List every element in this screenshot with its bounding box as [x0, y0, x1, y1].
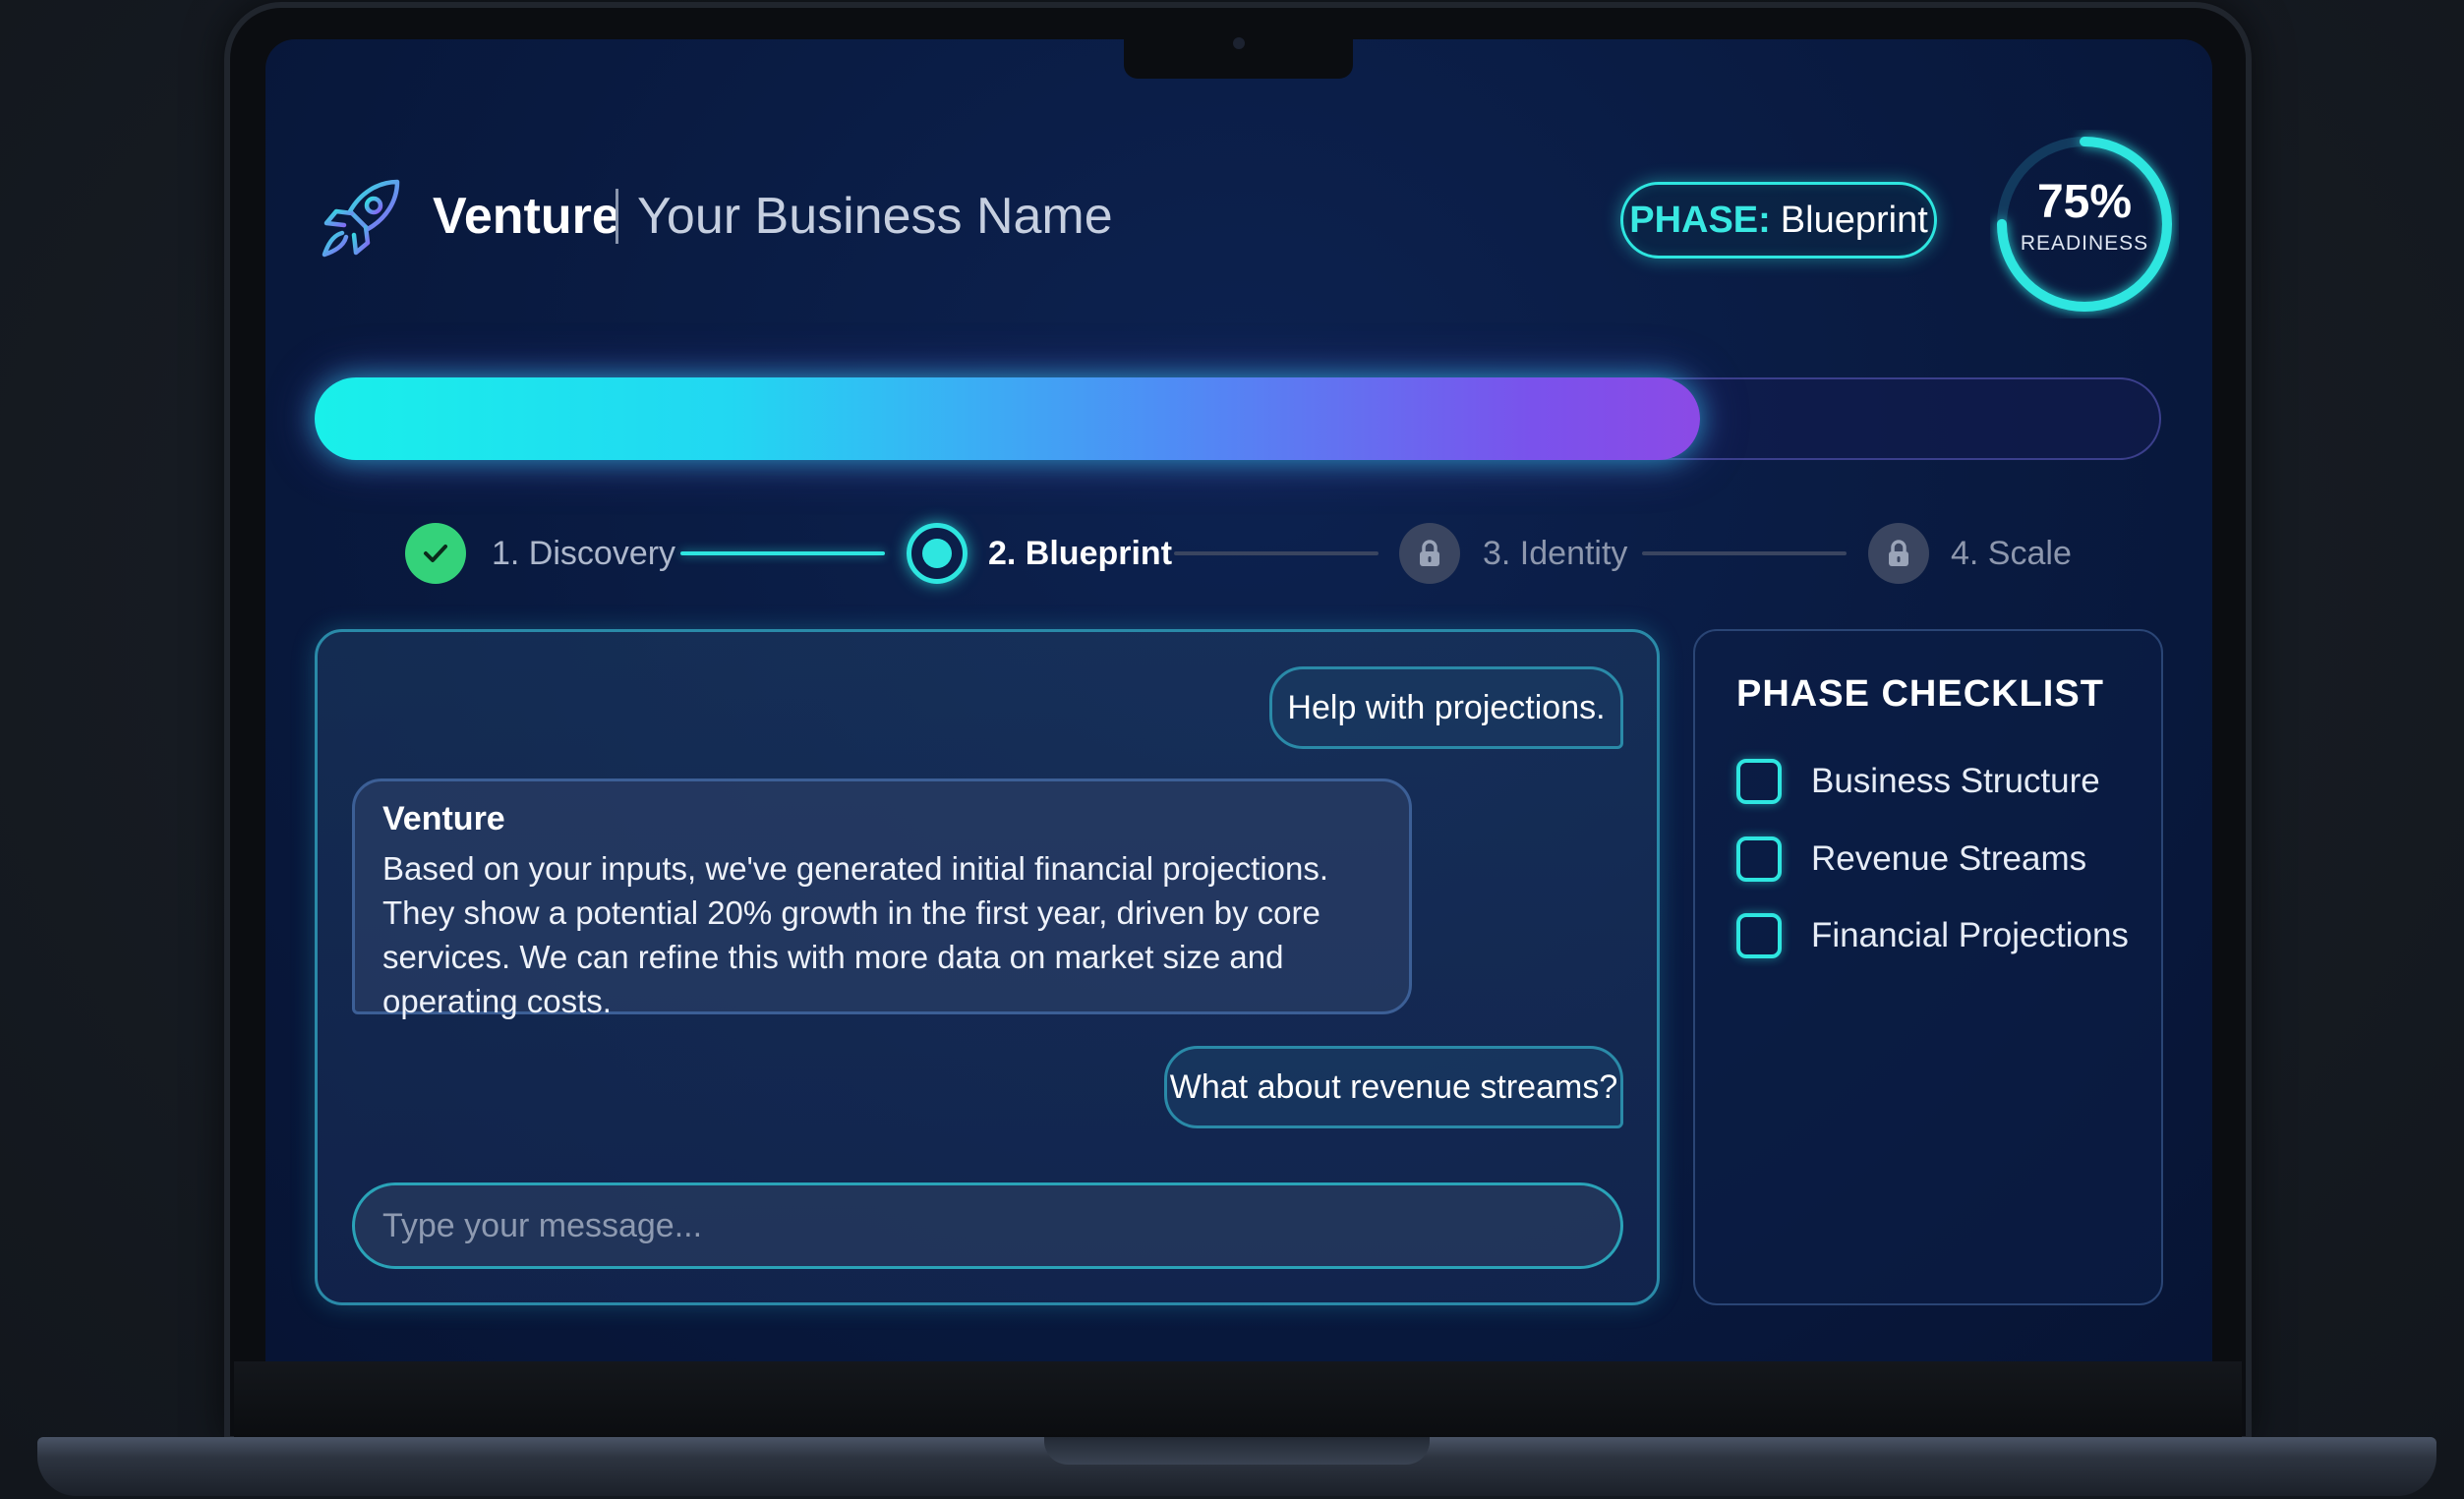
checklist-panel	[1693, 629, 2163, 1305]
checklist-item-label[interactable]: Financial Projections	[1811, 913, 2129, 958]
progress-fill	[315, 377, 1700, 460]
laptop-bezel	[234, 1361, 2242, 1438]
title-divider	[616, 189, 618, 244]
step-scale-label: 4. Scale	[1951, 535, 2072, 572]
assistant-message: Venture Based on your inputs, we've gene…	[352, 778, 1412, 1019]
checklist-title: PHASE CHECKLIST	[1736, 673, 2104, 715]
business-name[interactable]: Your Business Name	[637, 187, 1113, 246]
app-screen: Venture Your Business Name PHASE: Bluepr…	[265, 39, 2212, 1361]
step-scale-lock-icon	[1868, 523, 1929, 584]
checkbox-financial-projections[interactable]	[1736, 913, 1782, 958]
step-blueprint-active-icon[interactable]	[907, 523, 968, 584]
camera-icon	[1233, 37, 1245, 49]
user-message: Help with projections.	[1269, 666, 1623, 749]
checkbox-business-structure[interactable]	[1736, 759, 1782, 804]
readiness-value: 75%	[2036, 176, 2133, 228]
assistant-sender: Venture	[382, 800, 505, 837]
step-connector	[680, 551, 885, 555]
step-connector	[1174, 551, 1379, 555]
readiness-label: READINESS	[2020, 232, 2149, 255]
laptop-base-lip	[1044, 1437, 1430, 1465]
phase-value: Blueprint	[1780, 199, 1928, 241]
step-discovery-label[interactable]: 1. Discovery	[492, 534, 675, 573]
checklist-item-label[interactable]: Revenue Streams	[1811, 836, 2086, 882]
message-input[interactable]	[352, 1182, 1623, 1269]
app-name: Venture	[433, 188, 620, 245]
step-discovery-check-icon[interactable]	[405, 523, 466, 584]
step-identity-label: 3. Identity	[1483, 535, 1628, 572]
phase-badge: PHASE: Blueprint	[1620, 182, 1937, 259]
step-blueprint-label[interactable]: 2. Blueprint	[988, 534, 1172, 573]
step-identity-lock-icon	[1399, 523, 1460, 584]
step-connector	[1642, 551, 1847, 555]
rocket-icon	[322, 179, 400, 258]
checkbox-revenue-streams[interactable]	[1736, 836, 1782, 882]
phase-label: PHASE:	[1629, 199, 1771, 241]
user-message: What about revenue streams?	[1164, 1046, 1623, 1128]
assistant-message-text: Based on your inputs, we've generated in…	[382, 850, 1329, 1019]
checklist-item-label[interactable]: Business Structure	[1811, 759, 2100, 804]
